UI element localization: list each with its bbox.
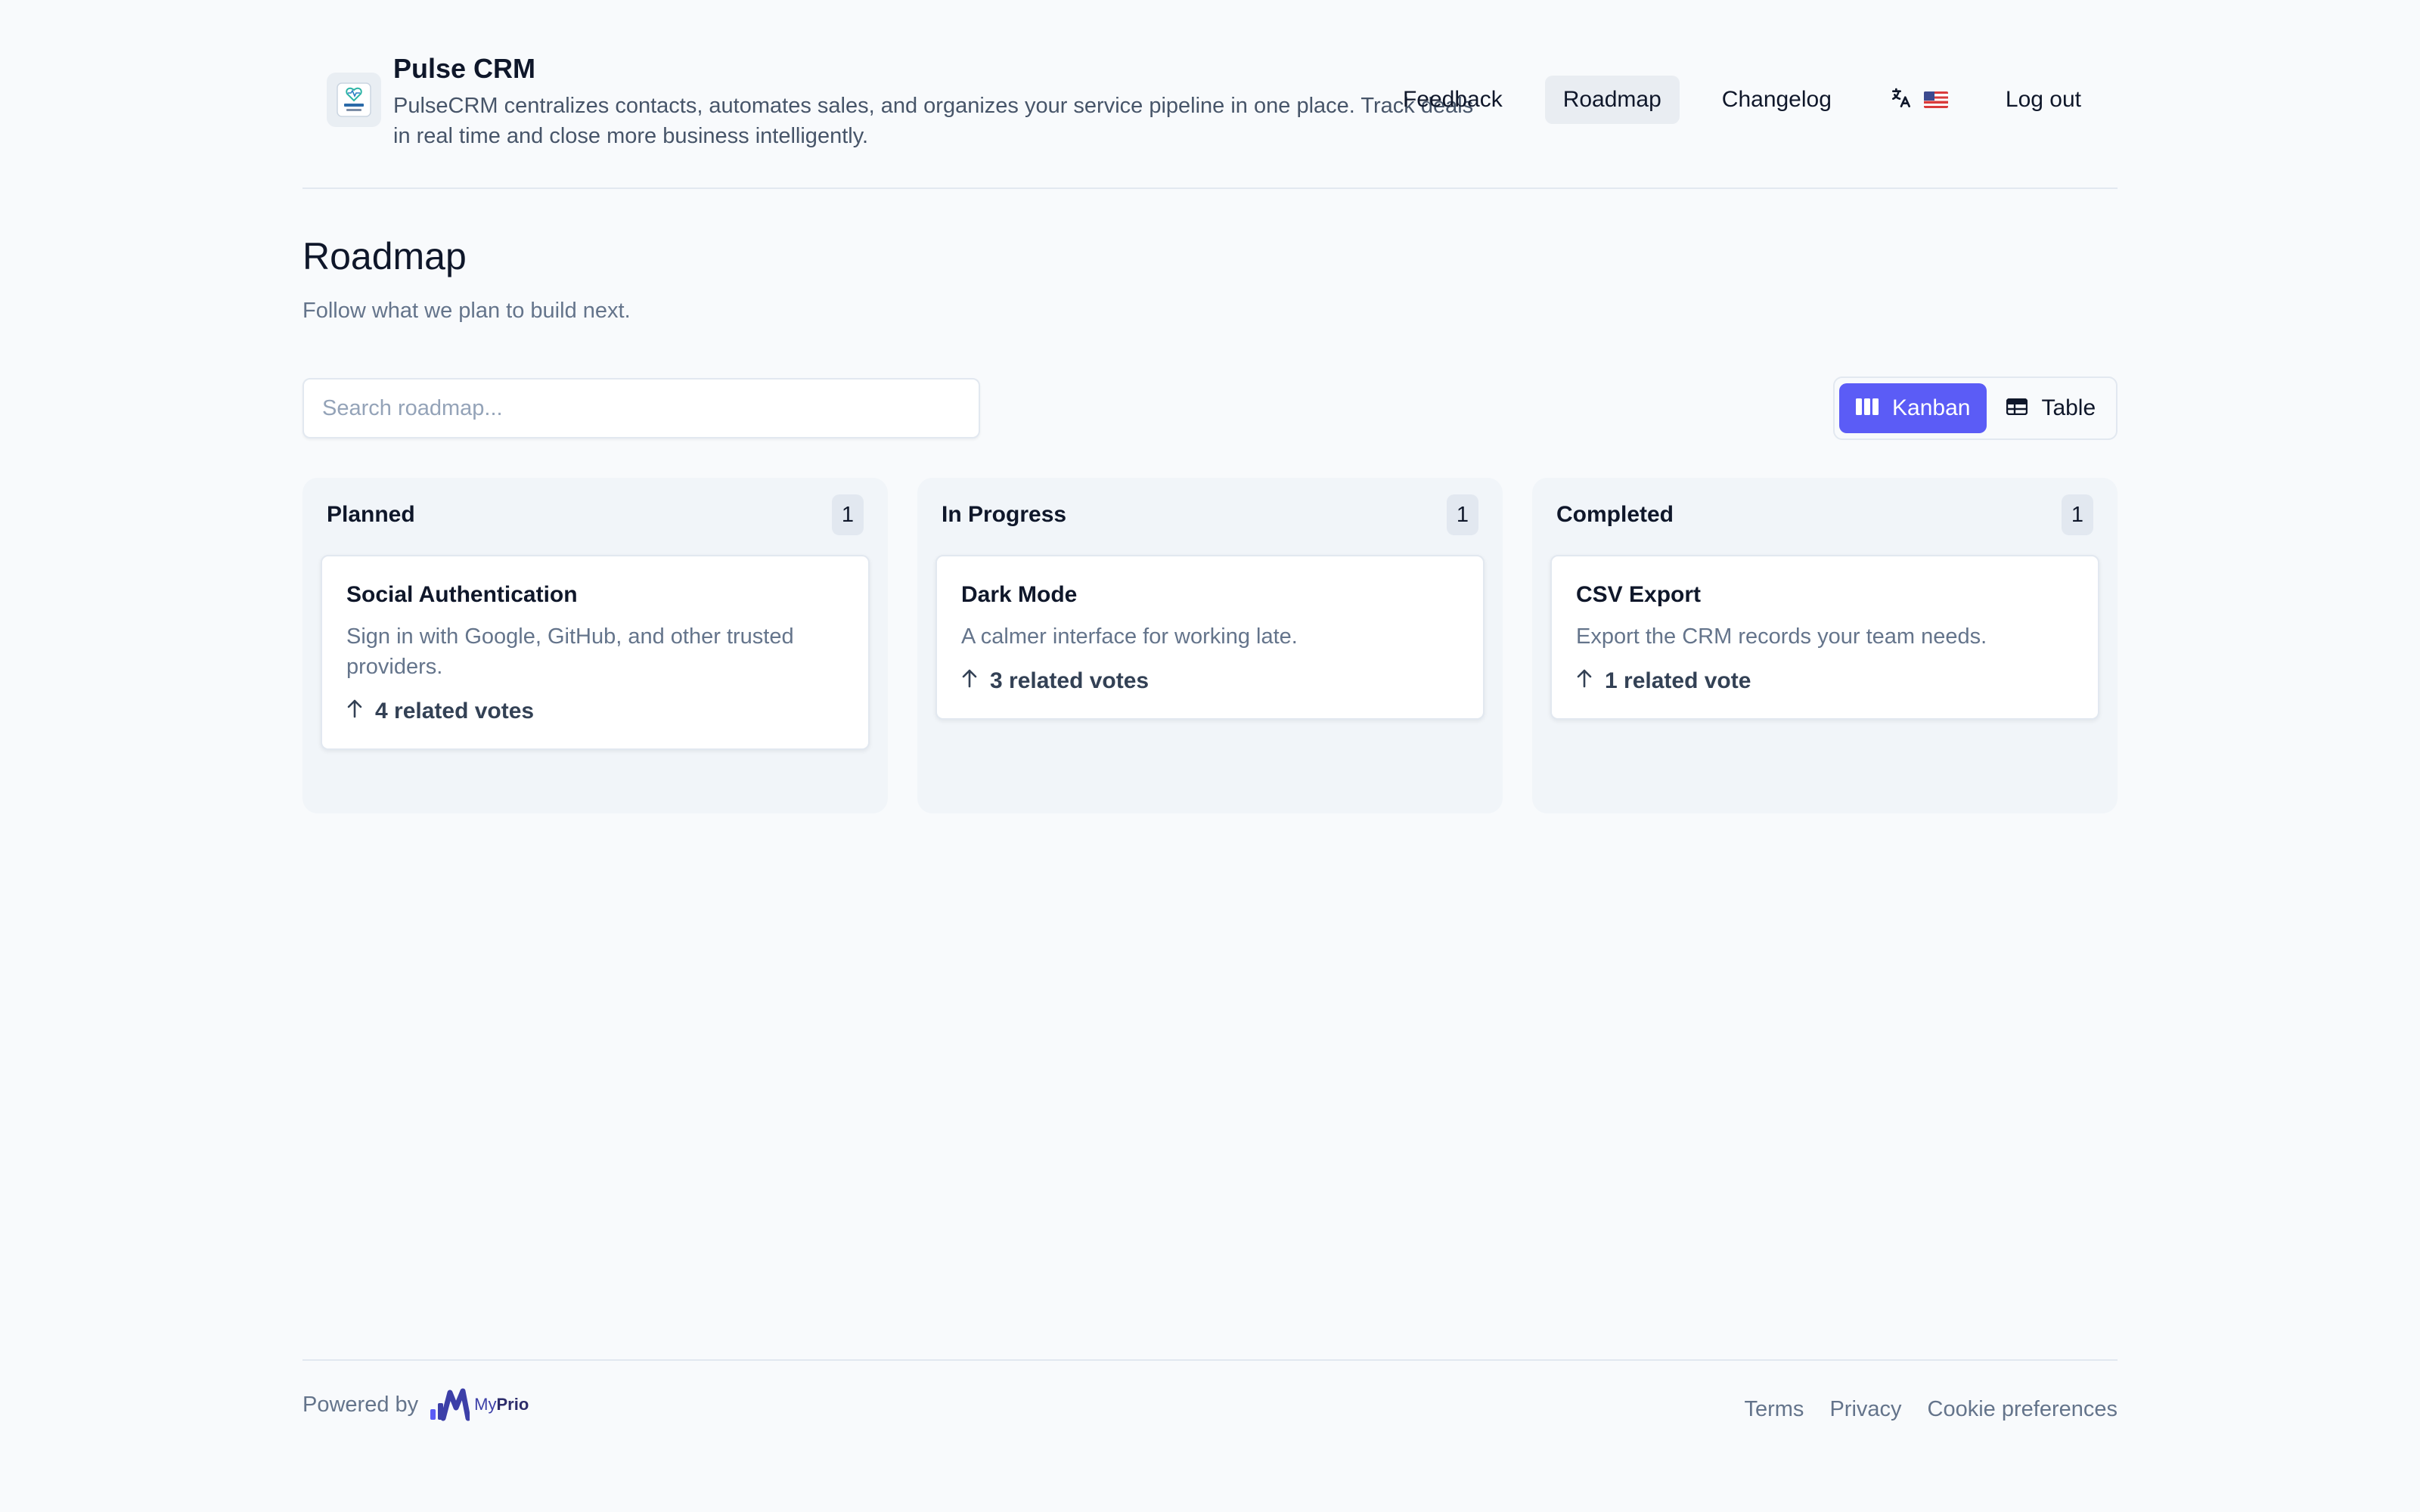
table-icon bbox=[2006, 395, 2028, 421]
votes-label: 3 related votes bbox=[990, 668, 1150, 693]
view-toggle: Kanban Table bbox=[1833, 376, 2118, 440]
column-count-badge: 1 bbox=[832, 494, 864, 535]
column-in-progress: In Progress 1 Dark Mode A calmer interfa… bbox=[917, 478, 1503, 813]
votes-label: 1 related vote bbox=[1605, 668, 1751, 693]
arrow-up-icon bbox=[961, 668, 978, 694]
roadmap-card[interactable]: CSV Export Export the CRM records your t… bbox=[1550, 555, 2099, 720]
arrow-up-icon bbox=[1576, 668, 1593, 694]
card-title: Social Authentication bbox=[346, 582, 578, 607]
nav-changelog[interactable]: Changelog bbox=[1704, 76, 1850, 124]
myprio-logo[interactable]: MyPrio bbox=[429, 1388, 529, 1421]
site-header: Pulse CRM PulseCRM centralizes contacts,… bbox=[302, 0, 2118, 189]
card-description: A calmer interface for working late. bbox=[961, 624, 1298, 649]
search-input[interactable] bbox=[302, 378, 980, 438]
brand-name: Pulse CRM bbox=[393, 53, 536, 84]
us-flag-icon bbox=[1923, 91, 1948, 108]
columns-icon bbox=[1856, 395, 1879, 421]
translate-icon bbox=[1889, 86, 1913, 114]
column-title: Completed bbox=[1556, 502, 1674, 527]
footer-links: Terms Privacy Cookie preferences bbox=[1744, 1397, 2118, 1422]
card-title: Dark Mode bbox=[961, 582, 1078, 607]
myprio-wordmark: MyPrio bbox=[474, 1395, 529, 1414]
kanban-label: Kanban bbox=[1892, 395, 1971, 420]
pulse-logo-icon[interactable] bbox=[327, 73, 381, 127]
column-planned: Planned 1 Social Authentication Sign in … bbox=[302, 478, 888, 813]
privacy-link[interactable]: Privacy bbox=[1829, 1397, 1901, 1422]
page-title: Roadmap bbox=[302, 235, 467, 277]
column-count-badge: 1 bbox=[2062, 494, 2093, 535]
card-title: CSV Export bbox=[1576, 582, 1702, 607]
column-count-badge: 1 bbox=[1447, 494, 1478, 535]
nav-feedback[interactable]: Feedback bbox=[1385, 76, 1521, 124]
nav-roadmap[interactable]: Roadmap bbox=[1544, 76, 1680, 124]
table-view-button[interactable]: Table bbox=[1990, 383, 2112, 433]
myprio-mark-icon bbox=[430, 1388, 470, 1421]
card-votes: 4 related votes bbox=[346, 699, 844, 724]
cookie-preferences-link[interactable]: Cookie preferences bbox=[1928, 1397, 2118, 1422]
logout-button[interactable]: Log out bbox=[1987, 76, 2099, 124]
terms-link[interactable]: Terms bbox=[1744, 1397, 1804, 1422]
main-nav: Feedback Roadmap Changelog Log out bbox=[1385, 76, 2099, 124]
card-description: Sign in with Google, GitHub, and other t… bbox=[346, 624, 794, 679]
powered-by: Powered by MyPrio bbox=[302, 1388, 529, 1421]
page-container: Pulse CRM PulseCRM centralizes contacts,… bbox=[302, 0, 2118, 1512]
site-footer: Powered by MyPrio Terms Privacy Cookie p… bbox=[302, 1359, 2118, 1442]
brand-description: PulseCRM centralizes contacts, automates… bbox=[393, 94, 1474, 148]
column-title: In Progress bbox=[942, 502, 1067, 527]
card-description: Export the CRM records your team needs. bbox=[1576, 624, 1987, 649]
powered-by-label: Powered by bbox=[302, 1392, 419, 1417]
roadmap-card[interactable]: Social Authentication Sign in with Googl… bbox=[321, 555, 870, 750]
kanban-view-button[interactable]: Kanban bbox=[1839, 383, 1987, 433]
card-votes: 1 related vote bbox=[1576, 668, 2074, 694]
arrow-up-icon bbox=[346, 699, 363, 724]
table-label: Table bbox=[2041, 395, 2096, 420]
roadmap-card[interactable]: Dark Mode A calmer interface for working… bbox=[935, 555, 1485, 720]
page-subtitle: Follow what we plan to build next. bbox=[302, 299, 631, 323]
card-votes: 3 related votes bbox=[961, 668, 1459, 694]
column-completed: Completed 1 CSV Export Export the CRM re… bbox=[1532, 478, 2118, 813]
column-title: Planned bbox=[327, 502, 415, 527]
votes-label: 4 related votes bbox=[375, 699, 535, 723]
language-selector[interactable] bbox=[1874, 76, 1963, 124]
